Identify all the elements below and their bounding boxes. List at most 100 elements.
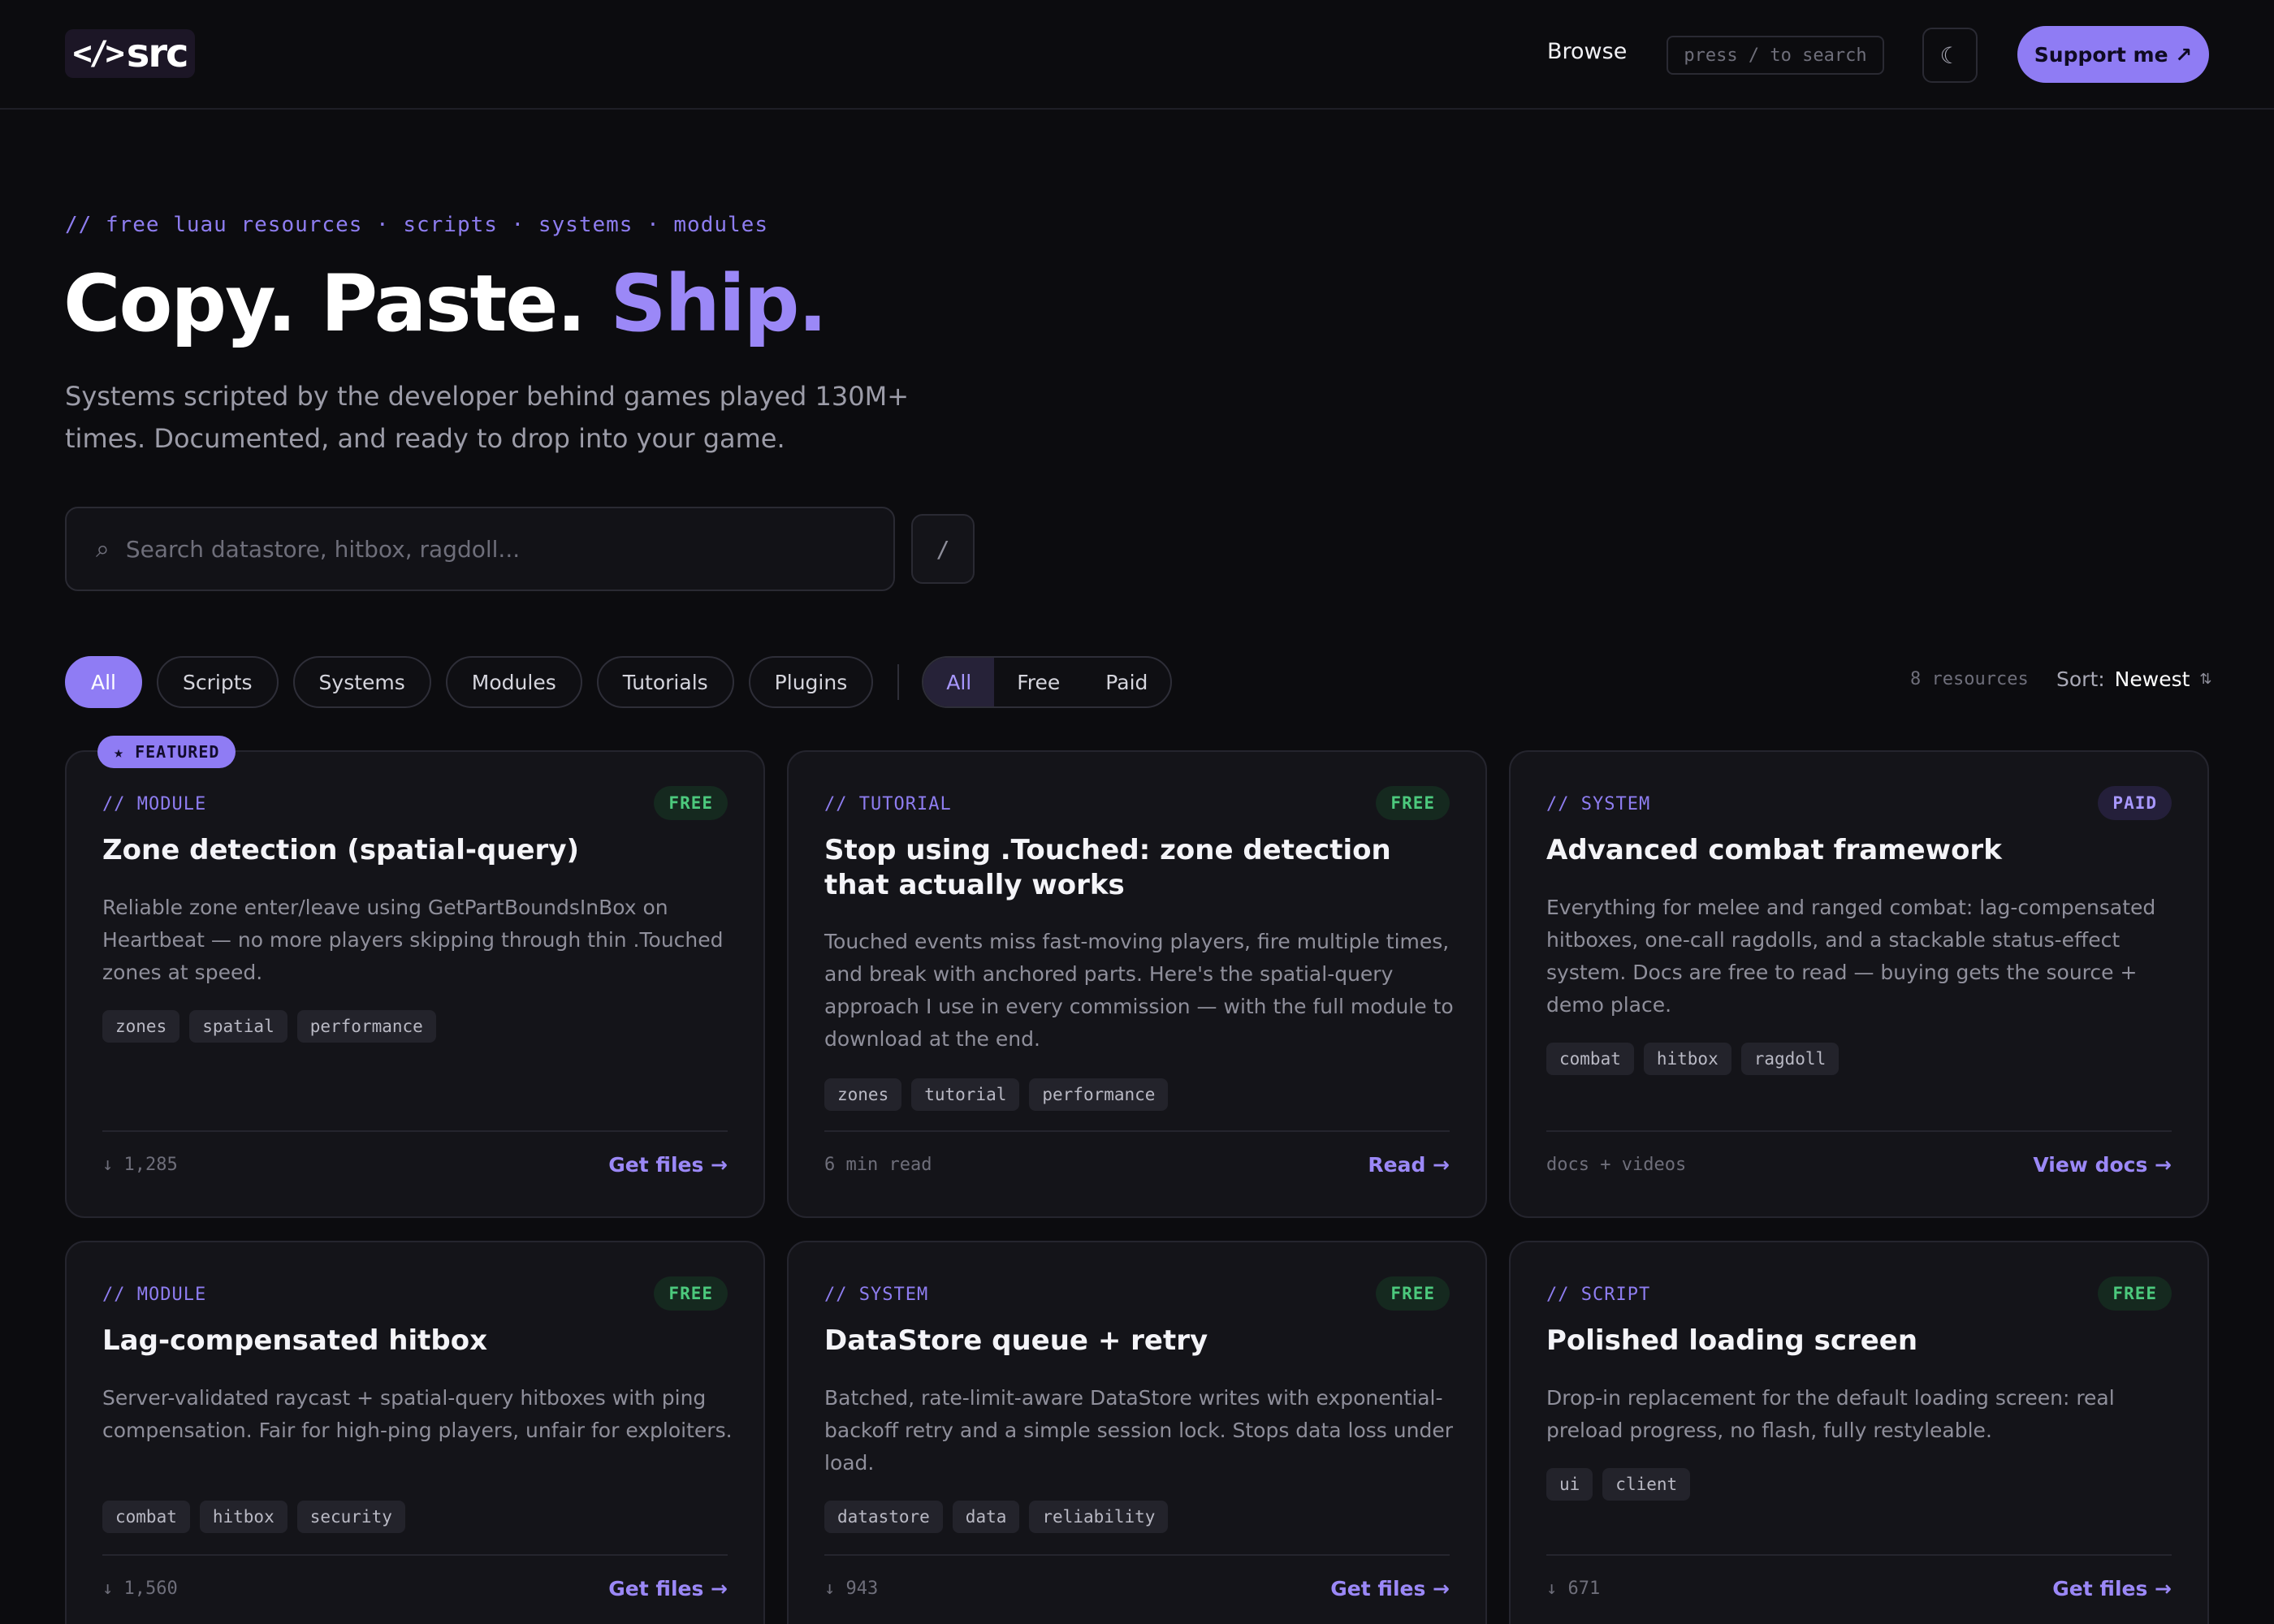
card-description: Batched, rate-limit-aware DataStore writ… bbox=[824, 1386, 1453, 1475]
card-title: DataStore queue + retry bbox=[824, 1324, 1208, 1357]
resource-search[interactable]: ⌕ bbox=[65, 507, 895, 591]
card-type: // MODULE bbox=[102, 794, 207, 814]
featured-badge: ★ FEATURED bbox=[97, 736, 236, 768]
price-badge: FREE bbox=[2098, 1276, 2172, 1311]
filter-modules[interactable]: Modules bbox=[445, 656, 582, 708]
card-tags: datastore data reliability bbox=[824, 1501, 1169, 1533]
card-description: Server-validated raycast + spatial-query… bbox=[102, 1386, 733, 1442]
tag[interactable]: zones bbox=[824, 1078, 902, 1111]
tag[interactable]: combat bbox=[1546, 1043, 1634, 1075]
price-badge: FREE bbox=[1376, 1276, 1450, 1311]
resource-card[interactable]: // SCRIPT FREE Polished loading screen D… bbox=[1509, 1241, 2209, 1624]
card-tags: zones tutorial performance bbox=[824, 1078, 1169, 1111]
price-badge: FREE bbox=[654, 786, 728, 820]
card-divider bbox=[824, 1130, 1450, 1132]
card-divider bbox=[824, 1554, 1450, 1556]
tag[interactable]: ragdoll bbox=[1740, 1043, 1840, 1075]
read-link[interactable]: Read → bbox=[1368, 1153, 1450, 1177]
search-input[interactable] bbox=[125, 535, 857, 563]
card-title: Lag-compensated hitbox bbox=[102, 1324, 488, 1357]
get-files-link[interactable]: Get files → bbox=[2052, 1577, 2172, 1600]
hero-title: Copy. Paste. Ship. bbox=[63, 258, 828, 349]
card-meta: docs + videos bbox=[1546, 1155, 1687, 1175]
pricing-paid[interactable]: Paid bbox=[1083, 658, 1170, 706]
tag[interactable]: performance bbox=[296, 1010, 436, 1043]
tag[interactable]: client bbox=[1602, 1468, 1691, 1501]
sort-value: Newest bbox=[2114, 667, 2190, 691]
card-title: Polished loading screen bbox=[1546, 1324, 1918, 1357]
download-count: ↓ 1,560 bbox=[102, 1579, 178, 1599]
support-button[interactable]: Support me ↗ bbox=[2017, 26, 2209, 83]
get-files-link[interactable]: Get files → bbox=[1330, 1577, 1450, 1600]
hero-kicker: // free luau resources · scripts · syste… bbox=[65, 213, 768, 237]
price-badge: FREE bbox=[654, 1276, 728, 1311]
filter-scripts[interactable]: Scripts bbox=[157, 656, 279, 708]
card-divider bbox=[102, 1554, 728, 1556]
pricing-free[interactable]: Free bbox=[994, 658, 1083, 706]
tag[interactable]: performance bbox=[1029, 1078, 1169, 1111]
download-count: ↓ 1,285 bbox=[102, 1155, 178, 1175]
search-shortcut-hint[interactable]: press / to search bbox=[1667, 36, 1884, 75]
code-icon: </> bbox=[72, 35, 125, 72]
search-icon: ⌕ bbox=[96, 534, 110, 564]
resource-card[interactable]: // SYSTEM FREE DataStore queue + retry B… bbox=[787, 1241, 1487, 1624]
logo-text: src bbox=[126, 31, 189, 76]
tag[interactable]: hitbox bbox=[199, 1501, 287, 1533]
tag[interactable]: spatial bbox=[189, 1010, 287, 1043]
view-docs-link[interactable]: View docs → bbox=[2033, 1153, 2172, 1177]
card-divider bbox=[1546, 1554, 2172, 1556]
card-type: // SYSTEM bbox=[1546, 794, 1651, 814]
card-title: Advanced combat framework bbox=[1546, 834, 2002, 866]
site-logo[interactable]: </> src bbox=[65, 29, 195, 78]
card-description: Reliable zone enter/leave using GetPartB… bbox=[102, 896, 724, 984]
sort-arrows-icon: ⇅ bbox=[2199, 671, 2212, 688]
read-time: 6 min read bbox=[824, 1155, 932, 1175]
tag[interactable]: zones bbox=[102, 1010, 180, 1043]
filter-plugins[interactable]: Plugins bbox=[748, 656, 874, 708]
hero-subtitle: Systems scripted by the developer behind… bbox=[65, 381, 910, 454]
tag[interactable]: data bbox=[952, 1501, 1020, 1533]
filter-all[interactable]: All bbox=[65, 656, 142, 708]
get-files-link[interactable]: Get files → bbox=[608, 1577, 728, 1600]
resource-card[interactable]: // MODULE FREE Zone detection (spatial-q… bbox=[65, 750, 765, 1218]
tag[interactable]: combat bbox=[102, 1501, 190, 1533]
card-type: // SYSTEM bbox=[824, 1285, 929, 1305]
card-description: Drop-in replacement for the default load… bbox=[1546, 1386, 2115, 1442]
tag[interactable]: ui bbox=[1546, 1468, 1593, 1501]
tag[interactable]: hitbox bbox=[1643, 1043, 1731, 1075]
theme-toggle-button[interactable]: ☾ bbox=[1922, 28, 1978, 83]
card-tags: combat hitbox ragdoll bbox=[1546, 1043, 1840, 1075]
resource-card[interactable]: // TUTORIAL FREE Stop using .Touched: zo… bbox=[787, 750, 1487, 1218]
card-divider bbox=[102, 1130, 728, 1132]
filter-bar: All Scripts Systems Modules Tutorials Pl… bbox=[65, 656, 1173, 708]
card-divider bbox=[1546, 1130, 2172, 1132]
card-type: // MODULE bbox=[102, 1285, 207, 1305]
card-type: // TUTORIAL bbox=[824, 794, 952, 814]
resource-card[interactable]: // SYSTEM PAID Advanced combat framework… bbox=[1509, 750, 2209, 1218]
top-bar: </> src Browse press / to search ☾ Suppo… bbox=[0, 0, 2274, 110]
search-shortcut-button[interactable]: / bbox=[911, 514, 975, 584]
pricing-all[interactable]: All bbox=[923, 658, 995, 706]
filter-systems[interactable]: Systems bbox=[292, 656, 431, 708]
price-badge: PAID bbox=[2098, 786, 2172, 820]
get-files-link[interactable]: Get files → bbox=[608, 1153, 728, 1177]
tag[interactable]: reliability bbox=[1029, 1501, 1169, 1533]
card-description: Everything for melee and ranged combat: … bbox=[1546, 896, 2156, 1017]
card-tags: ui client bbox=[1546, 1468, 1691, 1501]
nav-browse-link[interactable]: Browse bbox=[1547, 39, 1627, 64]
card-title: Stop using .Touched: zone detection that… bbox=[824, 834, 1391, 901]
filter-divider bbox=[897, 664, 900, 700]
pricing-toggle: All Free Paid bbox=[922, 656, 1173, 708]
tag[interactable]: security bbox=[296, 1501, 405, 1533]
hero-title-main: Copy. Paste. bbox=[63, 258, 611, 349]
card-tags: combat hitbox security bbox=[102, 1501, 405, 1533]
moon-icon: ☾ bbox=[1939, 41, 1961, 69]
card-type: // SCRIPT bbox=[1546, 1285, 1651, 1305]
download-count: ↓ 943 bbox=[824, 1579, 879, 1599]
tag[interactable]: tutorial bbox=[911, 1078, 1020, 1111]
filter-tutorials[interactable]: Tutorials bbox=[596, 656, 734, 708]
resource-card[interactable]: // MODULE FREE Lag-compensated hitbox Se… bbox=[65, 1241, 765, 1624]
card-tags: zones spatial performance bbox=[102, 1010, 436, 1043]
tag[interactable]: datastore bbox=[824, 1501, 943, 1533]
sort-dropdown[interactable]: Sort: Newest ⇅ bbox=[2056, 667, 2212, 691]
